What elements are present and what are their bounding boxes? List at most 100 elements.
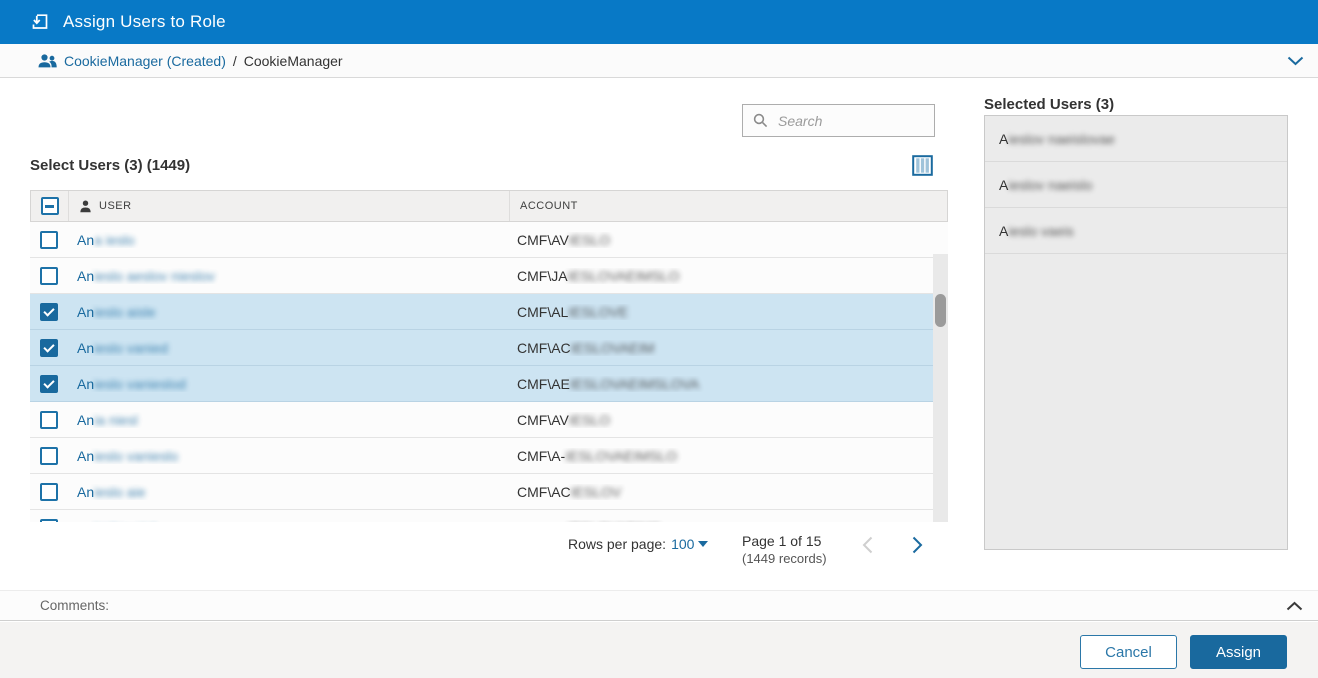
table-header-row: USER ACCOUNT <box>30 190 948 222</box>
page-info: Page 1 of 15 (1449 records) <box>742 532 827 568</box>
dialog-footer: Cancel Assign <box>0 622 1318 678</box>
row-checkbox[interactable] <box>40 231 58 249</box>
redacted-name: ieslov aiel <box>94 520 155 523</box>
user-name-link[interactable]: Ana ieslo <box>77 232 135 248</box>
redacted-name: ieslo vanieslo <box>94 448 178 464</box>
user-name-link[interactable]: Anieslov aiel <box>77 520 156 523</box>
redacted-account: IESLO <box>569 232 610 248</box>
redacted-account: IESLOVAEIM <box>571 340 655 356</box>
user-column-header[interactable]: USER <box>99 200 132 212</box>
caret-down-icon <box>698 541 708 552</box>
user-name-link[interactable]: Anieslo vanied <box>77 340 168 356</box>
redacted-name: ieslo aie <box>94 484 145 500</box>
people-icon <box>38 54 57 68</box>
breadcrumb-current: CookieManager <box>244 53 343 69</box>
chevron-right-icon[interactable] <box>912 536 923 557</box>
table-scrollbar-track[interactable] <box>933 254 948 522</box>
redacted-account: IESLOVAEIMSLOVA <box>570 376 699 392</box>
magnifier-icon <box>753 113 768 128</box>
search-input[interactable] <box>776 112 924 130</box>
redacted-name: ieslo aeslov nieslov <box>94 268 215 284</box>
select-users-label: Select Users (3) (1449) <box>30 157 190 174</box>
breadcrumb-separator: / <box>233 53 237 69</box>
dialog-title: Assign Users to Role <box>63 12 226 32</box>
row-checkbox[interactable] <box>40 447 58 465</box>
account-cell: CMF\JAIESLOVAEIMSLO <box>507 268 948 284</box>
redacted-name: a ieslo <box>94 232 134 248</box>
table-row[interactable]: Anieslo aeslov nieslov CMF\JAIESLOVAEIMS… <box>30 258 948 294</box>
table-row[interactable]: Ana ieslo CMF\AVIESLO <box>30 222 948 258</box>
users-table: USER ACCOUNT Ana ieslo CMF\AVIESLO <box>30 190 948 522</box>
cancel-button[interactable]: Cancel <box>1080 635 1177 669</box>
assign-into-tray-icon <box>30 12 50 32</box>
search-box <box>742 104 935 137</box>
account-cell: CMF\ACIESLOV <box>507 484 948 500</box>
redacted-account: IESLOVE <box>568 304 628 320</box>
table-scrollbar-thumb[interactable] <box>935 294 946 327</box>
assign-button[interactable]: Assign <box>1190 635 1287 669</box>
selected-user-item[interactable]: Aieslov naeislo <box>985 162 1287 208</box>
table-row[interactable]: Ania niesl CMF\AVIESLO <box>30 402 948 438</box>
row-checkbox[interactable] <box>40 339 58 357</box>
table-row[interactable]: Anieslo vanieslo CMF\A-IESLOVAEIMSLO <box>30 438 948 474</box>
user-name-link[interactable]: Ania niesl <box>77 412 138 428</box>
breadcrumb-role-link[interactable]: CookieManager (Created) <box>64 53 226 69</box>
selected-user-item[interactable]: Aieslov naeislovae <box>985 116 1287 162</box>
row-checkbox[interactable] <box>40 303 58 321</box>
redacted-name: ieslo vaeis <box>1008 223 1073 239</box>
redacted-name: ieslov naeislo <box>1008 177 1092 193</box>
account-cell: CMF\AEIESLOVAEIMSLOVA <box>507 376 948 392</box>
comments-label: Comments: <box>40 598 109 613</box>
user-name-link[interactable]: Anieslo aie <box>77 484 146 500</box>
row-checkbox[interactable] <box>40 411 58 429</box>
chevron-up-icon[interactable] <box>1286 601 1303 611</box>
row-checkbox[interactable] <box>40 483 58 501</box>
account-cell: CMF\AVIESLO <box>507 232 948 248</box>
row-checkbox[interactable] <box>40 519 58 523</box>
page-info-line: Page 1 of 15 <box>742 532 827 550</box>
redacted-account: IESLOVAEIMSLO <box>565 448 677 464</box>
chevron-left-icon[interactable] <box>862 536 873 557</box>
table-body: Ana ieslo CMF\AVIESLO Anieslo aeslov nie… <box>30 222 948 522</box>
table-row[interactable]: Anieslov aiel CMF\AJIESLOVAEIMS <box>30 510 948 522</box>
rows-per-page-dropdown[interactable]: 100 <box>671 536 708 552</box>
selected-users-panel: Aieslov naeislovae Aieslov naeislo Aiesl… <box>984 115 1288 550</box>
account-cell: CMF\ALIESLOVE <box>507 304 948 320</box>
selected-users-label: Selected Users (3) <box>984 96 1114 113</box>
chevron-down-icon[interactable] <box>1287 56 1304 66</box>
account-cell: CMF\AVIESLO <box>507 412 948 428</box>
redacted-name: ia niesl <box>94 412 138 428</box>
row-checkbox[interactable] <box>40 375 58 393</box>
account-column-header[interactable]: ACCOUNT <box>520 200 578 212</box>
user-name-link[interactable]: Anieslo vanieslo <box>77 448 178 464</box>
redacted-name: ieslov naeislovae <box>1008 131 1115 147</box>
table-row[interactable]: Anieslo vanied CMF\ACIESLOVAEIM <box>30 330 948 366</box>
row-checkbox[interactable] <box>40 267 58 285</box>
redacted-name: ieslo vanied <box>94 340 168 356</box>
redacted-account: IESLOVAEIMS <box>568 520 661 523</box>
person-icon <box>79 200 92 213</box>
assign-users-to-role-dialog: Assign Users to Role CookieManager (Crea… <box>0 0 1318 678</box>
redacted-name: ieslo aisle <box>94 304 155 320</box>
redacted-account: IESLOVAEIMSLO <box>568 268 680 284</box>
user-name-link[interactable]: Anieslo aisle <box>77 304 156 320</box>
comments-bar: Comments: <box>0 590 1318 621</box>
columns-icon[interactable] <box>911 155 933 177</box>
account-cell: CMF\A-IESLOVAEIMSLO <box>507 448 948 464</box>
select-all-checkbox[interactable] <box>41 197 59 215</box>
table-row[interactable]: Anieslo vanieslod CMF\AEIESLOVAEIMSLOVA <box>30 366 948 402</box>
user-name-link[interactable]: Anieslo vanieslod <box>77 376 186 392</box>
rows-per-page: Rows per page: 100 <box>568 536 708 552</box>
user-name-link[interactable]: Anieslo aeslov nieslov <box>77 268 215 284</box>
account-cell: CMF\AJIESLOVAEIMS <box>507 520 948 523</box>
redacted-name: ieslo vanieslod <box>94 376 186 392</box>
table-row[interactable]: Anieslo aisle CMF\ALIESLOVE <box>30 294 948 330</box>
rows-per-page-label: Rows per page: <box>568 536 666 552</box>
account-cell: CMF\ACIESLOVAEIM <box>507 340 948 356</box>
redacted-account: IESLOV <box>571 484 622 500</box>
breadcrumb: CookieManager (Created) / CookieManager <box>0 44 1318 78</box>
selected-user-item[interactable]: Aieslo vaeis <box>985 208 1287 254</box>
table-row[interactable]: Anieslo aie CMF\ACIESLOV <box>30 474 948 510</box>
records-info: (1449 records) <box>742 550 827 568</box>
redacted-account: IESLO <box>569 412 610 428</box>
